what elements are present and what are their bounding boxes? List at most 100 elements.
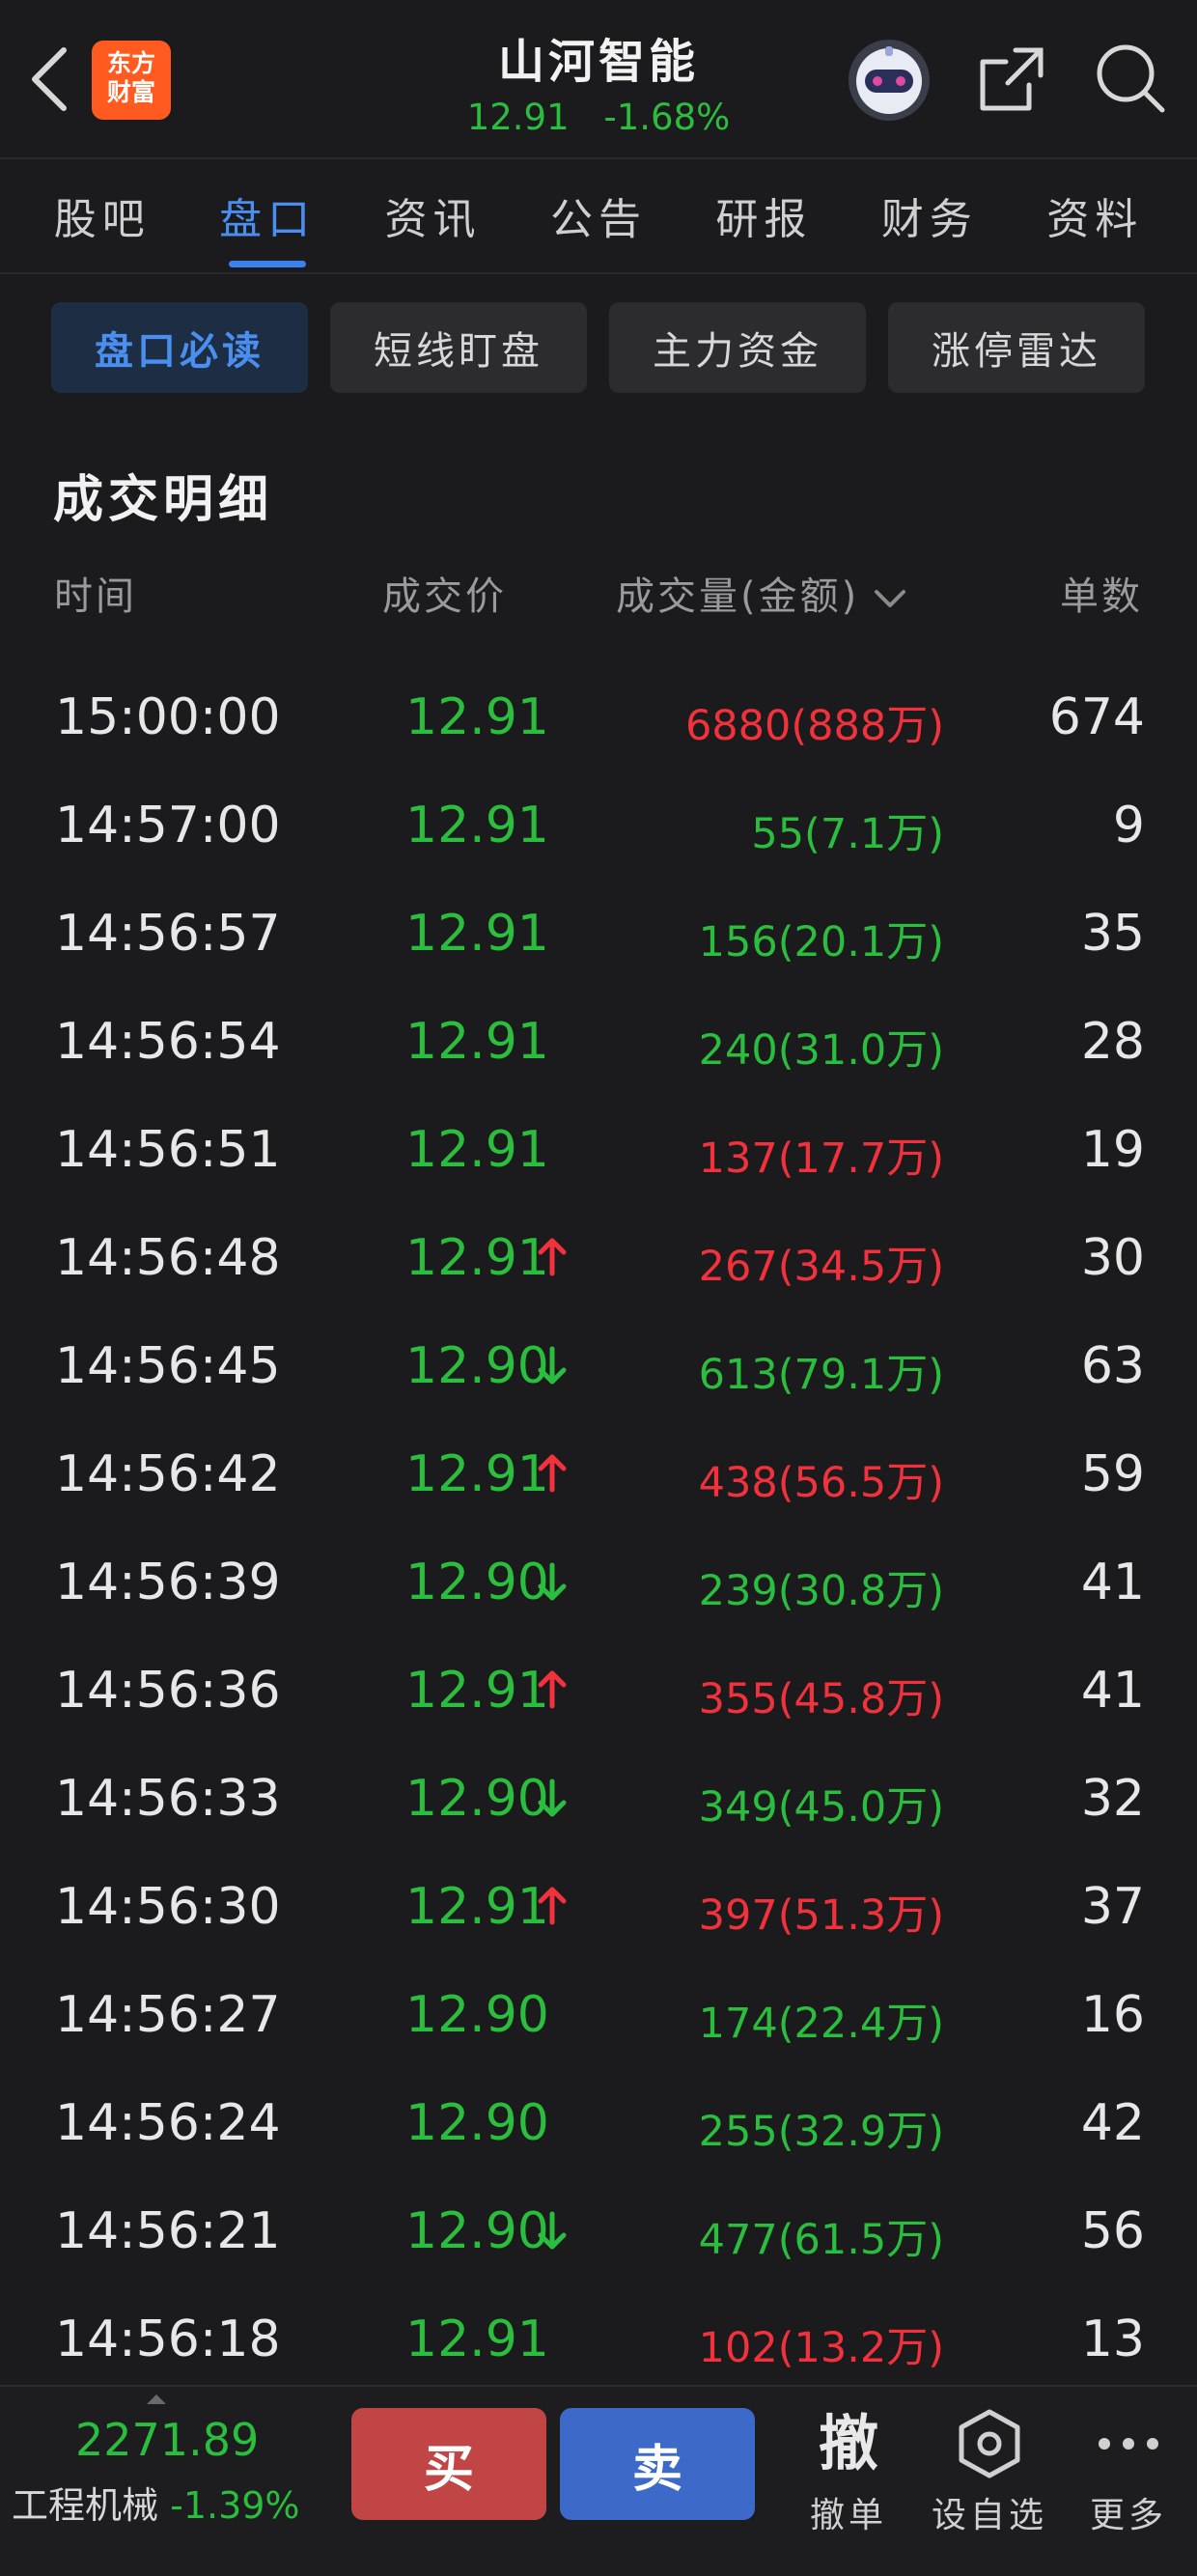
add-watchlist-button[interactable]: 设自选 bbox=[927, 2406, 1052, 2537]
trade-volume: 137(17.7万) bbox=[698, 1134, 944, 1183]
cancel-order-button[interactable]: 撤 撤单 bbox=[805, 2406, 892, 2537]
trade-row: 14:56:54 12.91 240(31.0万) 28 bbox=[0, 988, 1197, 1096]
trade-price: 12.91 bbox=[405, 2310, 549, 2368]
arrow-up-icon bbox=[538, 1887, 567, 1925]
trade-time: 14:56:21 bbox=[55, 2202, 281, 2260]
index-info[interactable]: 工程机械 -1.39% bbox=[12, 2476, 300, 2529]
more-button[interactable]: 更多 bbox=[1085, 2406, 1172, 2537]
sell-button[interactable]: 卖 bbox=[560, 2408, 755, 2520]
trade-row: 14:56:18 12.91 102(13.2万) 13 bbox=[0, 2285, 1197, 2394]
trade-count: 32 bbox=[1080, 1770, 1145, 1828]
trade-time: 14:56:54 bbox=[55, 1013, 281, 1071]
cancel-icon: 撤 bbox=[818, 2408, 878, 2478]
main-tabs: 股吧 盘口 资讯 公告 研报 财务 资料 bbox=[0, 159, 1197, 270]
subtab-main-funds[interactable]: 主力资金 bbox=[609, 302, 866, 393]
tab-finance[interactable]: 财务 bbox=[881, 184, 978, 246]
trade-volume: 239(30.8万) bbox=[698, 1567, 944, 1615]
trade-price: 12.91 bbox=[405, 688, 549, 746]
trade-volume: 6880(888万) bbox=[684, 702, 944, 750]
trade-row: 14:56:21 12.90 477(61.5万) 56 bbox=[0, 2177, 1197, 2285]
trade-price: 12.90 bbox=[405, 2202, 549, 2260]
trade-count: 30 bbox=[1080, 1229, 1145, 1287]
trade-time: 14:56:18 bbox=[55, 2310, 281, 2368]
watchlist-label: 设自选 bbox=[931, 2496, 1047, 2535]
trade-row: 15:00:00 12.91 6880(888万) 674 bbox=[0, 663, 1197, 771]
subtab-short-term[interactable]: 短线盯盘 bbox=[330, 302, 587, 393]
trade-time: 14:56:33 bbox=[55, 1770, 281, 1828]
trade-count: 59 bbox=[1080, 1445, 1145, 1503]
trade-volume: 397(51.3万) bbox=[698, 1891, 944, 1940]
buy-button[interactable]: 买 bbox=[351, 2408, 546, 2520]
subtab-limit-radar[interactable]: 涨停雷达 bbox=[888, 302, 1145, 393]
index-name: 工程机械 bbox=[12, 2484, 159, 2527]
tab-research[interactable]: 研报 bbox=[715, 184, 812, 246]
trade-row: 14:56:45 12.90 613(79.1万) 63 bbox=[0, 1312, 1197, 1420]
bottom-bar: 2271.89 工程机械 -1.39% 买 卖 撤 撤单 设自选 更多 bbox=[0, 2385, 1197, 2576]
arrow-down-icon bbox=[538, 1778, 567, 1817]
trade-time: 15:00:00 bbox=[55, 688, 281, 746]
trade-price: 12.90 bbox=[405, 2094, 549, 2152]
trade-price: 12.91 bbox=[405, 797, 549, 854]
trade-count: 28 bbox=[1080, 1013, 1145, 1071]
trade-row: 14:56:57 12.91 156(20.1万) 35 bbox=[0, 880, 1197, 988]
trade-time: 14:56:57 bbox=[55, 905, 281, 963]
trade-time: 14:56:36 bbox=[55, 1662, 281, 1720]
trade-price: 12.90 bbox=[405, 1986, 549, 2044]
tab-profile[interactable]: 资料 bbox=[1046, 184, 1143, 246]
stock-price: 12.91 bbox=[466, 97, 570, 138]
trade-count: 9 bbox=[1112, 797, 1145, 854]
trade-list: 15:00:00 12.91 6880(888万) 674 14:57:00 12.91 5… bbox=[0, 663, 1197, 2394]
column-header-price: 成交价 bbox=[382, 574, 507, 619]
trade-count: 37 bbox=[1080, 1878, 1145, 1936]
trade-volume: 102(13.2万) bbox=[698, 2324, 944, 2372]
trade-volume: 174(22.4万) bbox=[698, 2000, 944, 2048]
trade-volume: 255(32.9万) bbox=[698, 2108, 944, 2156]
trade-count: 41 bbox=[1080, 1662, 1145, 1720]
column-header-volume[interactable]: 成交量(金额) bbox=[616, 565, 909, 621]
trade-row: 14:56:36 12.91 355(45.8万) 41 bbox=[0, 1637, 1197, 1745]
search-icon[interactable] bbox=[1091, 39, 1168, 116]
trade-count: 56 bbox=[1080, 2202, 1145, 2260]
trade-row: 14:56:24 12.90 255(32.9万) 42 bbox=[0, 2069, 1197, 2177]
trade-row: 14:56:33 12.90 349(45.0万) 32 bbox=[0, 1745, 1197, 1853]
trade-volume: 477(61.5万) bbox=[698, 2216, 944, 2264]
trade-time: 14:57:00 bbox=[55, 797, 281, 854]
trade-row: 14:56:39 12.90 239(30.8万) 41 bbox=[0, 1528, 1197, 1637]
trade-row: 14:56:30 12.91 397(51.3万) 37 bbox=[0, 1853, 1197, 1961]
trade-volume: 613(79.1万) bbox=[698, 1351, 944, 1399]
tab-guba[interactable]: 股吧 bbox=[54, 184, 151, 246]
cancel-label: 撤单 bbox=[809, 2496, 887, 2535]
trade-price: 12.91 bbox=[405, 905, 549, 963]
robot-avatar-icon[interactable] bbox=[846, 37, 933, 124]
trade-price: 12.91 bbox=[405, 1878, 549, 1936]
trade-volume: 267(34.5万) bbox=[698, 1243, 944, 1291]
hexagon-settings-icon bbox=[959, 2409, 1020, 2478]
tab-pankou[interactable]: 盘口 bbox=[219, 184, 316, 267]
subtab-must-read[interactable]: 盘口必读 bbox=[51, 302, 308, 393]
trade-count: 63 bbox=[1080, 1337, 1145, 1395]
arrow-down-icon bbox=[538, 2211, 567, 2250]
trade-count: 16 bbox=[1080, 1986, 1145, 2044]
column-header-count: 单数 bbox=[1060, 574, 1143, 619]
trade-time: 14:56:27 bbox=[55, 1986, 281, 2044]
arrow-up-icon bbox=[538, 1454, 567, 1493]
trade-row: 14:56:27 12.90 174(22.4万) 16 bbox=[0, 1961, 1197, 2069]
section-title: 成交明细 bbox=[53, 471, 274, 529]
column-header-volume-label: 成交量(金额) bbox=[616, 574, 860, 619]
trade-count: 41 bbox=[1080, 1554, 1145, 1611]
trade-price: 12.91 bbox=[405, 1013, 549, 1071]
arrow-down-icon bbox=[538, 1346, 567, 1385]
trade-row: 14:56:51 12.91 137(17.7万) 19 bbox=[0, 1096, 1197, 1204]
trade-row: 14:57:00 12.91 55(7.1万) 9 bbox=[0, 771, 1197, 880]
index-value[interactable]: 2271.89 bbox=[75, 2414, 259, 2466]
trade-price: 12.91 bbox=[405, 1121, 549, 1179]
trade-volume: 355(45.8万) bbox=[698, 1675, 944, 1723]
trade-volume: 438(56.5万) bbox=[698, 1459, 944, 1507]
tab-announcements[interactable]: 公告 bbox=[550, 184, 647, 246]
share-icon[interactable] bbox=[973, 41, 1050, 118]
index-change: -1.39% bbox=[170, 2484, 300, 2527]
trade-row: 14:56:42 12.91 438(56.5万) 59 bbox=[0, 1420, 1197, 1528]
trade-count: 13 bbox=[1080, 2310, 1145, 2368]
tab-news[interactable]: 资讯 bbox=[385, 184, 482, 246]
caret-up-icon[interactable] bbox=[145, 2393, 168, 2406]
